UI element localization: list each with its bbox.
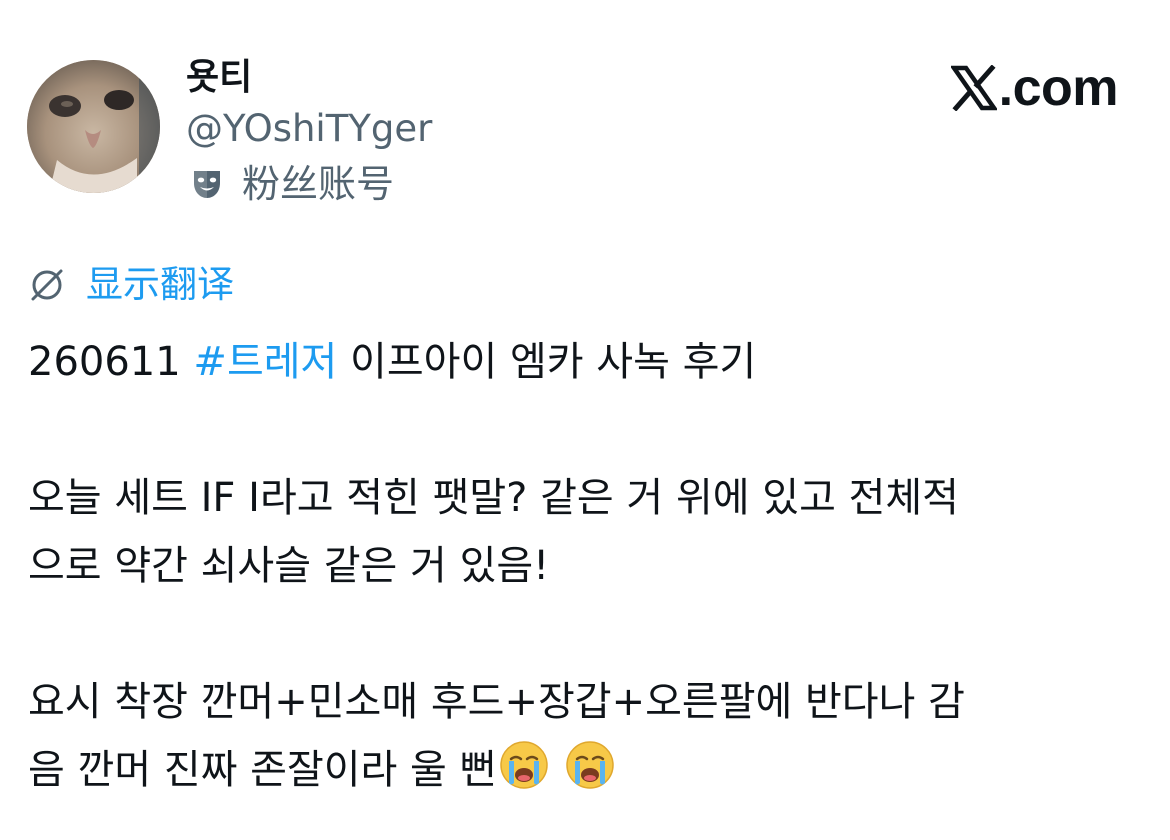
avatar[interactable] — [27, 60, 160, 193]
x-logo-icon — [950, 65, 997, 111]
tweet-para-2-line-2: 으로 약간 쇠사슬 같은 거 있음! — [28, 543, 550, 589]
tweet-line-1-suffix: 이프아이 엠카 사녹 후기 — [337, 339, 757, 385]
account-label-text: 粉丝账号 — [242, 162, 395, 206]
theater-mask-icon — [194, 171, 220, 198]
tweet-text: 260611 #트레저 이프아이 엠카 사녹 후기 오늘 세트 IF I라고 적… — [28, 328, 1138, 804]
tweet-para-3-line-1: 요시 착장 깐머+민소매 후드+장갑+오른팔에 반다나 감 — [28, 679, 965, 725]
tweet-para-3-line-2-text: 음 깐머 진짜 존잘이라 울 뻔 — [28, 747, 497, 793]
brand-logo: .com — [950, 58, 1119, 118]
hashtag-link[interactable]: #트레저 — [193, 339, 337, 385]
tweet-para-3-line-2: 음 깐머 진짜 존잘이라 울 뻔 — [28, 736, 1138, 804]
tweet-line-1-prefix: 260611 — [28, 339, 194, 385]
tweet-para-2-line-1: 오늘 세트 IF I라고 적힌 팻말? 같은 거 위에 있고 전체적 — [28, 475, 959, 521]
display-name[interactable]: 욧티 — [186, 56, 432, 100]
globe-translate-icon — [31, 269, 63, 301]
tweet-line-1: 260611 #트레저 이프아이 엠카 사녹 후기 — [28, 328, 1138, 396]
show-translation-label[interactable]: 显示翻译 — [86, 260, 234, 310]
cat-photo-avatar-icon — [27, 60, 160, 193]
account-label: 粉丝账号 — [186, 160, 432, 208]
loudly-crying-face-emoji-icon — [566, 741, 615, 789]
loudly-crying-face-emoji-icon — [500, 741, 549, 789]
user-handle[interactable]: @YOshiTYger — [186, 104, 432, 154]
author-block: 욧티 @YOshiTYger 粉丝账号 — [186, 56, 432, 208]
show-translation-link[interactable]: 显示翻译 — [28, 260, 234, 310]
brand-domain-text: .com — [998, 59, 1119, 117]
tweet-card: 욧티 @YOshiTYger 粉丝账号 .com 显示翻译 260611 #트레… — [0, 0, 1170, 840]
